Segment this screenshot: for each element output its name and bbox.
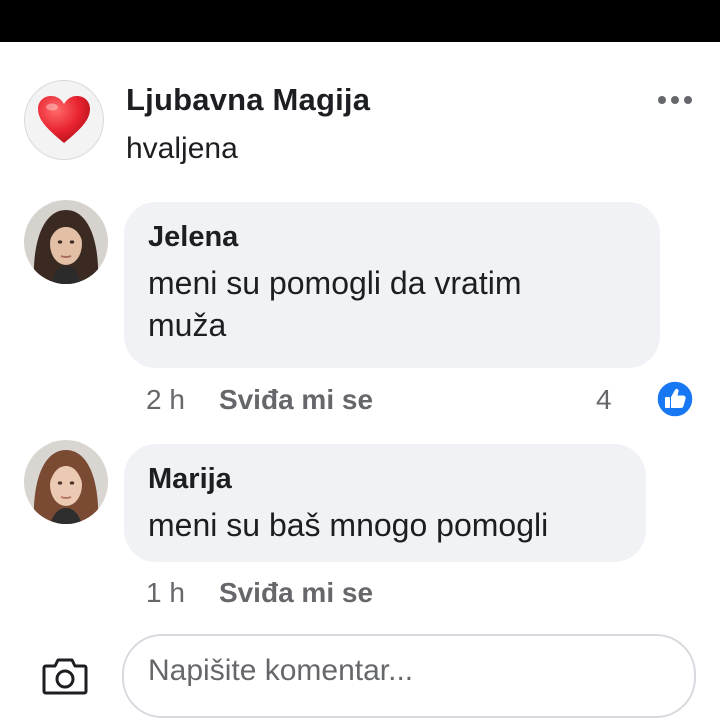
comment-bubble: Jelena meni su pomogli da vratim muža: [124, 202, 660, 368]
comment-author[interactable]: Jelena: [148, 220, 636, 254]
comment-text: meni su pomogli da vratim muža: [148, 262, 636, 346]
dot: [658, 96, 666, 104]
like-button[interactable]: Sviđa mi se: [219, 384, 373, 415]
comment-meta: 1 h Sviđa mi se: [146, 577, 373, 609]
dot: [671, 96, 679, 104]
like-button[interactable]: Sviđa mi se: [219, 577, 373, 608]
more-options-icon[interactable]: [658, 96, 692, 104]
like-thumb-icon[interactable]: [656, 380, 694, 418]
comment-text-line: meni su pomogli da vratim: [148, 265, 522, 301]
comment-time: 1 h: [146, 577, 185, 608]
comment-bubble: Marija meni su baš mnogo pomogli: [124, 444, 646, 562]
page-name[interactable]: Ljubavna Magija: [126, 82, 370, 118]
comment-input-placeholder: Napišite komentar...: [148, 654, 414, 687]
avatar[interactable]: [24, 440, 108, 524]
page-avatar[interactable]: [24, 80, 104, 160]
profile-photo: [24, 440, 108, 524]
dot: [684, 96, 692, 104]
comment-meta: 2 h Sviđa mi se: [146, 384, 373, 416]
comment-time: 2 h: [146, 384, 185, 415]
comment-text: meni su baš mnogo pomogli: [148, 507, 549, 543]
comment-input[interactable]: Napišite komentar...: [122, 634, 696, 718]
heart-icon: [38, 96, 90, 143]
avatar[interactable]: [24, 200, 108, 284]
comment-text-line: muža: [148, 307, 227, 343]
status-bar: [0, 0, 720, 42]
profile-photo: [24, 200, 108, 284]
camera-icon[interactable]: [42, 656, 88, 696]
post-text: hvaljena: [126, 132, 238, 165]
reaction-count[interactable]: 4: [596, 384, 612, 416]
comment-author[interactable]: Marija: [148, 462, 622, 496]
